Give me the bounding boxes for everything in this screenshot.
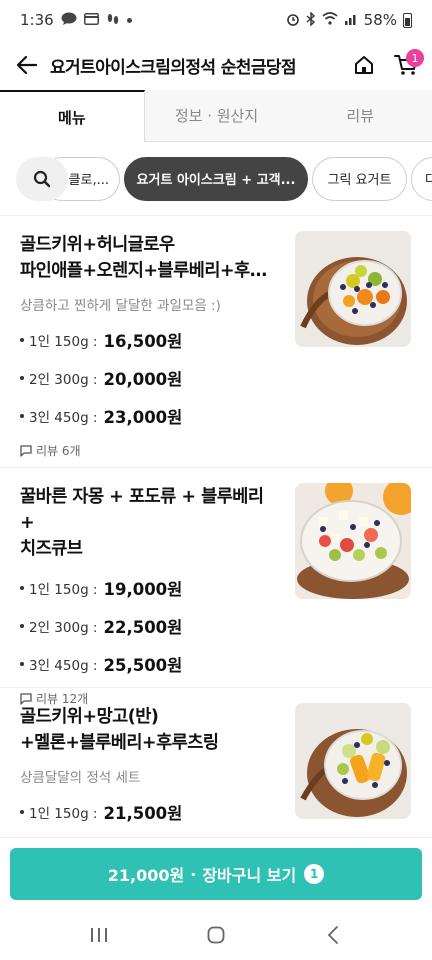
alarm-icon: [286, 12, 300, 29]
cart-button[interactable]: 1: [388, 47, 424, 83]
menu-item-photo: [295, 231, 411, 347]
bluetooth-icon: [306, 10, 316, 29]
card-notification-icon: [83, 12, 99, 28]
price-option: 3인 450g : 23,000원: [20, 404, 432, 428]
price-option-amount: 23,000원: [103, 408, 183, 427]
price-option-label: 2인 300g :: [29, 372, 98, 388]
more-notifications-dot: [126, 17, 132, 23]
menu-item-name-line: 골드키위+망고(반): [20, 707, 159, 727]
status-time: 1:36: [20, 11, 54, 29]
menu-item[interactable]: 꿀바른 자몽 + 포도류 + 블루베리 + 치즈큐브 1인 150g : 19,0…: [0, 468, 432, 706]
view-cart-label: 장바구니 보기: [202, 866, 297, 885]
menu-item-name-line: 파인애플+오렌지+블루베리+후루...: [20, 261, 282, 281]
price-option-label: 1인 150g :: [29, 582, 98, 598]
price-option-label: 1인 150g :: [29, 806, 98, 822]
price-option: 3인 450g : 25,500원: [20, 652, 432, 676]
back-nav-button[interactable]: [313, 915, 353, 955]
store-title: 요거트아이스크림의정석 순천금당점: [50, 57, 297, 78]
menu-item[interactable]: 골드키위+허니글로우 파인애플+오렌지+블루베리+후루... 상큼하고 찐하게 …: [0, 216, 432, 468]
cart-separator: ·: [190, 864, 197, 884]
price-option-label: 3인 450g :: [29, 410, 98, 426]
category-chip-active[interactable]: 요거트 아이스크림 + 고객...: [124, 156, 308, 201]
menu-item[interactable]: 골드키위+망고(반) +멜론+블루베리+후루츠링 상큼달달의 정석 세트 1인 …: [0, 688, 432, 837]
price-option-label: 2인 300g :: [29, 620, 98, 636]
status-bar: 1:36 58%: [0, 0, 432, 40]
review-count-text: 리뷰 6개: [36, 444, 81, 458]
tab-info-origin[interactable]: 정보 · 원산지: [145, 90, 289, 141]
app-bar: 요거트아이스크림의정석 순천금당점 1: [0, 40, 432, 90]
menu-item-photo: [295, 483, 411, 599]
cart-badge: 1: [406, 49, 424, 67]
home-button[interactable]: [346, 47, 382, 83]
tab-bar: 메뉴 정보 · 원산지 리뷰: [0, 90, 432, 142]
bottom-cart-bar: 21,000원 · 장바구니 보기 1: [0, 837, 432, 909]
price-option-amount: 20,000원: [103, 370, 183, 389]
menu-item-name-line: +멜론+블루베리+후루츠링: [20, 733, 219, 753]
price-option-amount: 21,500원: [103, 804, 183, 823]
home-nav-button[interactable]: [196, 915, 236, 955]
home-nav-icon: [207, 926, 225, 943]
price-option-label: 1인 150g :: [29, 334, 98, 350]
home-icon: [355, 56, 373, 74]
menu-item-photo: [295, 703, 411, 819]
battery-percent: 58%: [363, 11, 397, 29]
speech-bubble-icon: [20, 444, 32, 457]
menu-item-name: 골드키위+허니글로우 파인애플+오렌지+블루베리+후루...: [20, 232, 282, 284]
price-option-amount: 25,500원: [103, 656, 183, 675]
menu-item-name-line: 골드키위+허니글로우: [20, 235, 175, 255]
menu-item-name: 꿀바른 자몽 + 포도류 + 블루베리 + 치즈큐브: [20, 484, 282, 562]
back-arrow-icon: [17, 56, 37, 74]
price-option-amount: 19,000원: [103, 580, 183, 599]
price-option: 2인 300g : 20,000원: [20, 366, 432, 390]
view-cart-button[interactable]: 21,000원 · 장바구니 보기 1: [10, 848, 422, 900]
menu-list: 골드키위+허니글로우 파인애플+오렌지+블루베리+후루... 상큼하고 찐하게 …: [0, 216, 432, 837]
signal-icon: [344, 12, 358, 28]
category-chip[interactable]: 다: [411, 156, 432, 201]
back-nav-icon: [328, 925, 339, 944]
wifi-icon: [322, 12, 338, 28]
recent-apps-icon: [90, 927, 107, 942]
system-nav-bar: [0, 909, 432, 960]
price-option-amount: 16,500원: [103, 332, 183, 351]
category-chip-bar: 클로,... 요거트 아이스크림 + 고객... 그릭 요거트 다: [0, 142, 432, 216]
battery-icon: [403, 12, 412, 28]
category-chip[interactable]: 그릭 요거트: [312, 156, 407, 201]
tab-menu[interactable]: 메뉴: [0, 90, 145, 142]
menu-item-name: 골드키위+망고(반) +멜론+블루베리+후루츠링: [20, 704, 282, 756]
back-button[interactable]: [12, 50, 42, 80]
recent-apps-button[interactable]: [79, 915, 119, 955]
menu-item-name-line: 꿀바른 자몽 + 포도류 + 블루베리 +: [20, 487, 264, 533]
review-count: 리뷰 6개: [20, 442, 432, 459]
price-option: 2인 300g : 22,500원: [20, 614, 432, 638]
menu-search-button[interactable]: [16, 156, 68, 201]
menu-item-name-line: 치즈큐브: [20, 539, 83, 559]
cart-count-badge: 1: [304, 864, 325, 884]
tab-reviews[interactable]: 리뷰: [288, 90, 432, 141]
cart-total: 21,000원: [107, 866, 185, 885]
chat-notification-icon: [61, 12, 77, 28]
search-icon: [33, 170, 51, 187]
footprint-notification-icon: [106, 12, 120, 29]
price-option-label: 3인 450g :: [29, 658, 98, 674]
price-option-amount: 22,500원: [103, 618, 183, 637]
